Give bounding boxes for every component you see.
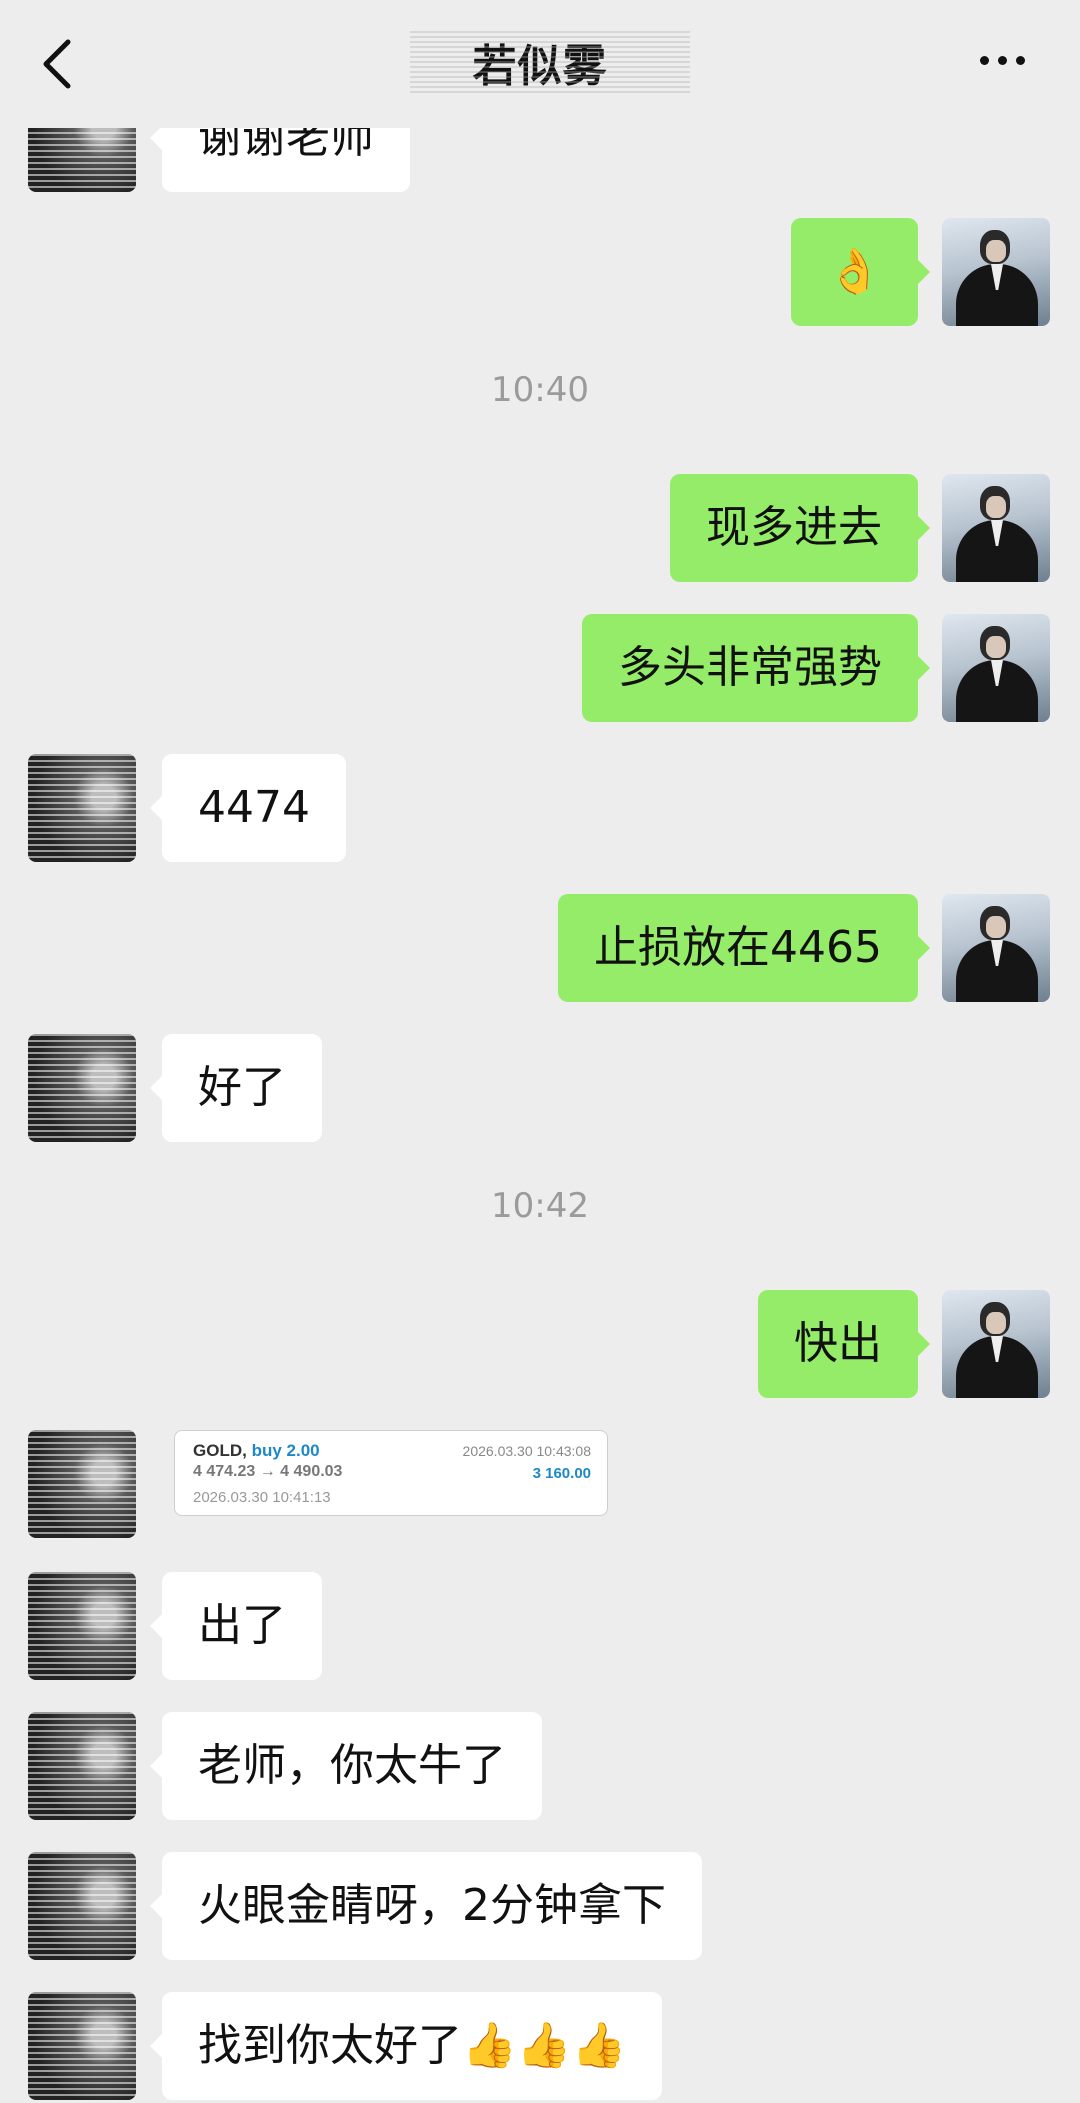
message-bubble[interactable]: 找到你太好了👍👍👍 [149, 1992, 663, 2100]
message-row: 多头非常强势 [0, 614, 1080, 722]
message-row: 老师，你太牛了 [0, 1712, 1080, 1820]
contact-avatar[interactable] [28, 1034, 136, 1142]
contact-avatar[interactable] [28, 1712, 136, 1820]
message-bubble[interactable]: 4474 [150, 754, 346, 862]
title-redaction [410, 30, 690, 96]
message-bubble[interactable]: 快出 [758, 1290, 930, 1398]
message-row: 火眼金睛呀，2分钟拿下 [0, 1852, 1080, 1960]
contact-avatar[interactable] [28, 754, 136, 862]
message-row: GOLD, buy 2.00 2026.03.30 10:43:08 4 474… [0, 1430, 1080, 1538]
message-bubble[interactable]: 老师，你太牛了 [150, 1712, 542, 1820]
message-bubble[interactable]: 👌 [791, 218, 930, 326]
contact-avatar[interactable] [28, 1852, 136, 1960]
my-avatar[interactable] [942, 614, 1050, 722]
my-avatar[interactable] [942, 474, 1050, 582]
message-row: 出了 [0, 1572, 1080, 1680]
message-row: 好了 [0, 1034, 1080, 1142]
message-bubble[interactable]: 止损放在4465 [558, 894, 930, 1002]
message-bubble[interactable]: 多头非常强势 [582, 614, 930, 722]
message-bubble[interactable]: 火眼金睛呀，2分钟拿下 [150, 1852, 702, 1960]
message-bubble[interactable]: 好了 [150, 1034, 322, 1142]
chat-header: 若似雾 [0, 0, 1080, 128]
message-row: 现多进去 [0, 474, 1080, 582]
message-row: 4474 [0, 754, 1080, 862]
trade-direction: buy 2.00 [251, 1441, 320, 1460]
my-avatar[interactable] [942, 1290, 1050, 1398]
message-row: 快出 [0, 1290, 1080, 1398]
trade-symbol: GOLD, buy 2.00 [193, 1441, 320, 1460]
timestamp: 10:42 [491, 1186, 589, 1226]
my-avatar[interactable] [942, 218, 1050, 326]
my-avatar[interactable] [942, 894, 1050, 1002]
message-bubble[interactable]: 出了 [150, 1572, 322, 1680]
more-dots-icon[interactable] [980, 50, 1036, 65]
message-row: 止损放在4465 [0, 894, 1080, 1002]
trade-profit: 3 160.00 [532, 1465, 591, 1482]
trade-prices: 4 474.23 → 4 490.03 [193, 1463, 343, 1480]
message-bubble[interactable]: 现多进去 [670, 474, 930, 582]
contact-avatar[interactable] [28, 1992, 136, 2100]
trade-close-time: 2026.03.30 10:43:08 [462, 1443, 591, 1459]
trade-screenshot-card[interactable]: GOLD, buy 2.00 2026.03.30 10:43:08 4 474… [174, 1430, 608, 1516]
message-row: 👌 [0, 218, 1080, 326]
trade-open-time: 2026.03.30 10:41:13 [193, 1489, 331, 1506]
contact-avatar[interactable] [28, 1430, 136, 1538]
timestamp: 10:40 [491, 370, 589, 410]
contact-avatar[interactable] [28, 1572, 136, 1680]
message-row: 找到你太好了👍👍👍 [0, 1992, 1080, 2100]
